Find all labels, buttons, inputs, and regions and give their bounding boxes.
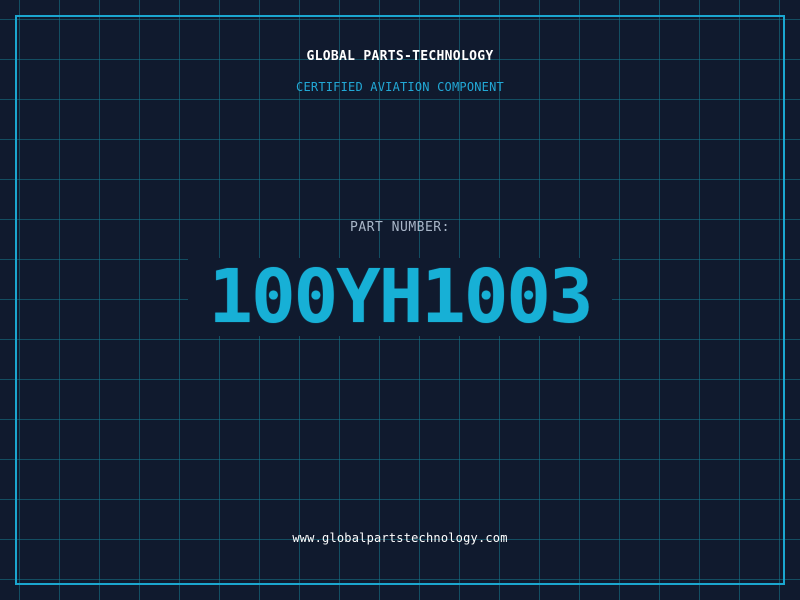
part-number-label: PART NUMBER: — [350, 220, 450, 235]
website-url: www.globalpartstechnology.com — [292, 531, 508, 545]
part-number-value: 100YH1003 — [208, 254, 594, 340]
certification-subtitle: CERTIFIED AVIATION COMPONENT — [296, 80, 504, 94]
company-name: GLOBAL PARTS-TECHNOLOGY — [306, 49, 494, 64]
